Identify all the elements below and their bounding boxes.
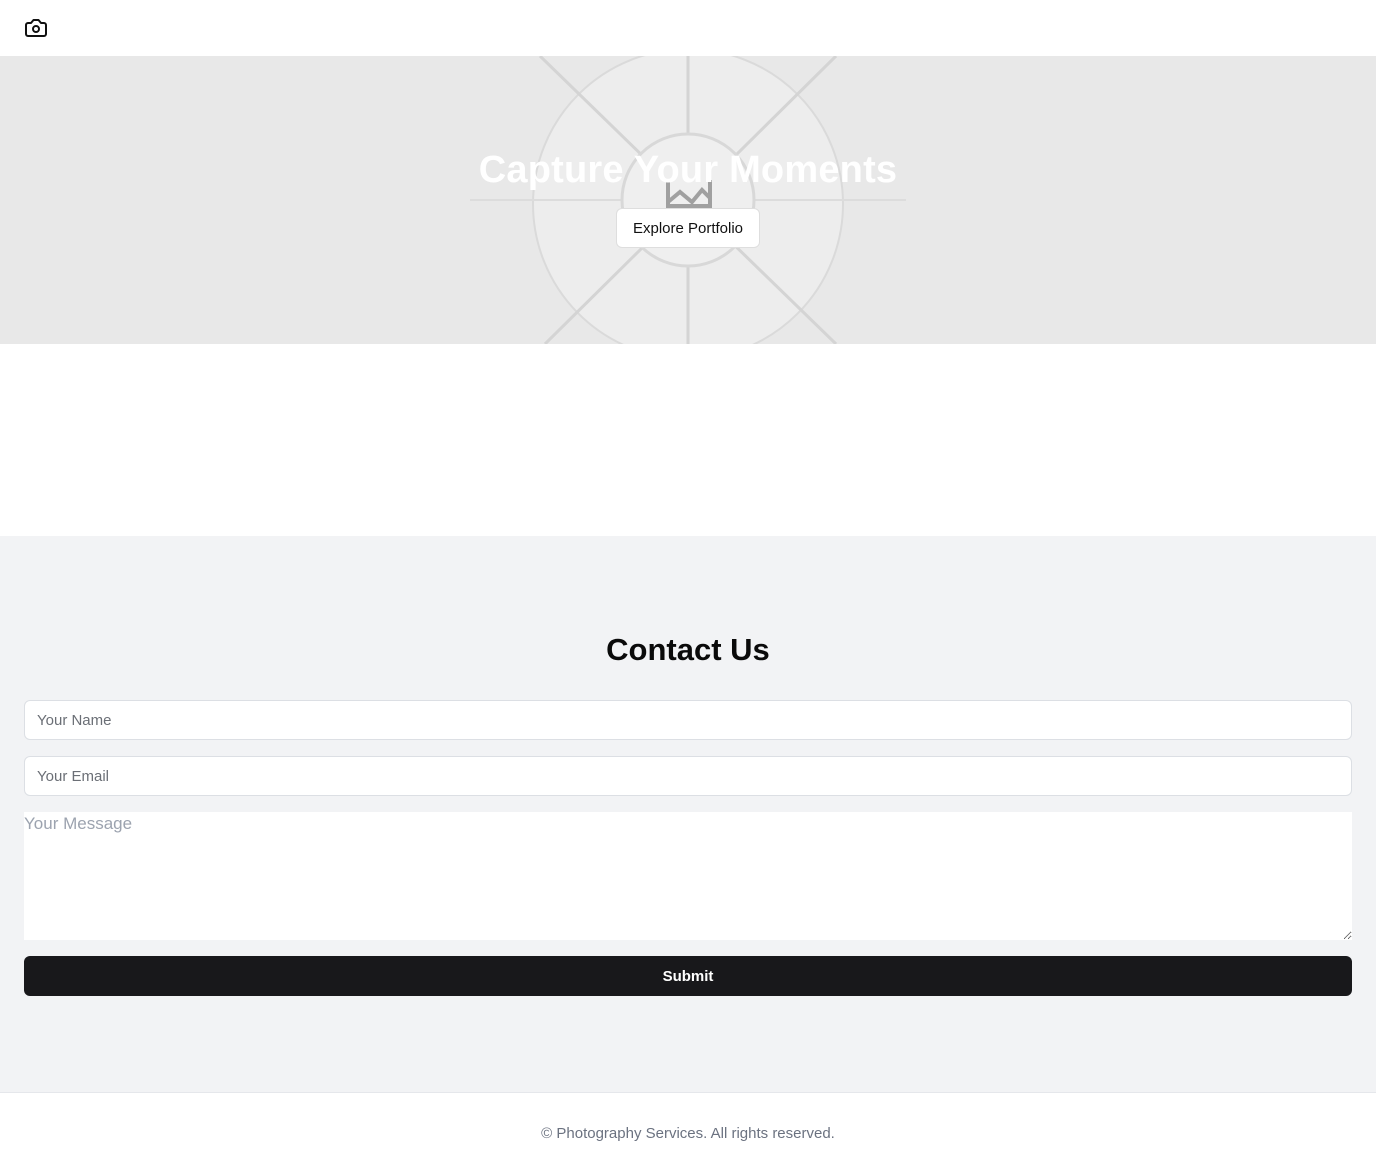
camera-icon[interactable] bbox=[24, 16, 48, 40]
message-textarea[interactable] bbox=[24, 812, 1352, 940]
hero-section: Capture Your Moments Explore Portfolio bbox=[0, 56, 1376, 344]
hero-title: Capture Your Moments bbox=[478, 149, 898, 191]
explore-portfolio-button[interactable]: Explore Portfolio bbox=[616, 208, 760, 248]
name-input[interactable] bbox=[24, 700, 1352, 740]
contact-section: Contact Us Submit bbox=[0, 536, 1376, 1092]
contact-title: Contact Us bbox=[606, 632, 770, 667]
site-footer: © Photography Services. All rights reser… bbox=[0, 1092, 1376, 1172]
site-header bbox=[0, 0, 1376, 56]
copyright-text: © Photography Services. All rights reser… bbox=[541, 1125, 835, 1142]
submit-button[interactable]: Submit bbox=[24, 956, 1352, 996]
email-input[interactable] bbox=[24, 756, 1352, 796]
empty-section bbox=[0, 344, 1376, 536]
hero-placeholder-image bbox=[470, 56, 906, 344]
